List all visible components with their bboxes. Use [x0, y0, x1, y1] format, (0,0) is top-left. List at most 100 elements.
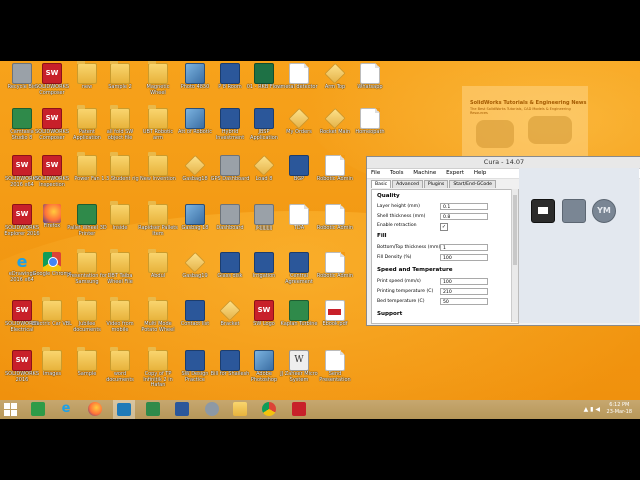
- settings-taskbar-icon[interactable]: [205, 402, 219, 416]
- notification-tray-icons[interactable]: ▲ ▮ ◀: [584, 406, 600, 413]
- image-file-icon: [254, 350, 274, 371]
- desktop-icon[interactable]: JBSP Application: [244, 106, 284, 152]
- desktop-icon[interactable]: Rocket Main: [315, 106, 355, 152]
- desktop-icon[interactable]: all fold SW object file: [100, 105, 140, 152]
- desktop-icon[interactable]: Contact list: [175, 298, 215, 344]
- word-document-icon: [185, 350, 205, 371]
- settings-scrollbar[interactable]: [511, 189, 518, 322]
- clock[interactable]: 6:12 PM 23-Mar-18: [607, 402, 632, 416]
- 3d-viewport[interactable]: YM: [519, 168, 639, 323]
- desktop-icon[interactable]: UBT Robotic arm: [138, 105, 178, 152]
- tab-start-end-gcode[interactable]: Start/End-GCode: [449, 180, 496, 188]
- desktop-icon[interactable]: Gasbag19: [175, 250, 215, 296]
- desktop-icon[interactable]: SW SOLIDWORKS Composer: [32, 61, 72, 107]
- desktop-icon[interactable]: Adobe Photoshop: [244, 348, 284, 394]
- enable-retraction-checkbox[interactable]: ✓: [440, 223, 448, 231]
- firefox-taskbar-icon[interactable]: [88, 402, 102, 416]
- desktop-icon[interactable]: BGP: [279, 153, 319, 199]
- desktop-icon[interactable]: Inside: [100, 201, 140, 248]
- solidworks-taskbar-icon[interactable]: [292, 402, 306, 416]
- desktop-icon[interactable]: SW SW Logo: [244, 298, 284, 344]
- menu-help[interactable]: Help: [474, 170, 487, 176]
- desktop-icon[interactable]: Images: [32, 347, 72, 394]
- chrome-taskbar-icon[interactable]: [262, 402, 276, 416]
- desktop-icon[interactable]: Rapidser Pallets Item: [138, 201, 178, 248]
- bottom-top-thickness-input[interactable]: 1: [440, 244, 488, 251]
- desktop-icon[interactable]: Sample 2: [100, 61, 140, 107]
- desktop-icon[interactable]: Irrigation: [244, 250, 284, 296]
- tab-basic[interactable]: Basic: [371, 180, 392, 188]
- folder-icon: [110, 105, 130, 129]
- load-model-button[interactable]: [531, 199, 555, 223]
- desktop-icon[interactable]: Photo 4830: [175, 61, 215, 107]
- menu-file[interactable]: File: [371, 170, 380, 176]
- desktop-icon[interactable]: Whatsapp: [350, 61, 390, 107]
- desktop-icon[interactable]: New Invention: [138, 152, 178, 199]
- desktop-icon[interactable]: Att of Robotic: [175, 106, 215, 152]
- ie-taskbar-icon[interactable]: e: [59, 402, 73, 416]
- fill-density-input[interactable]: 100: [440, 254, 488, 261]
- desktop-icon-label: JJ Zaheer Micro System: [280, 371, 318, 383]
- desktop-icon-label: Robotic Admin: [316, 273, 354, 279]
- desktop-icon[interactable]: Robotic Admin: [315, 153, 355, 199]
- desktop-icon[interactable]: My Orders: [279, 106, 319, 152]
- desktop-icon[interactable]: Homeopath: [350, 106, 390, 152]
- desktop-icon[interactable]: Video from mobile: [100, 297, 140, 344]
- word-document-icon: [185, 300, 205, 321]
- tab-plugins[interactable]: Plugins: [423, 180, 449, 188]
- desktop-icon[interactable]: Abdul: [138, 249, 178, 296]
- desktop-icon[interactable]: TDA: [279, 202, 319, 248]
- desktop-icon[interactable]: SW SOLIDWORKS Inspection: [32, 153, 72, 199]
- desktop-icon[interactable]: Kaplan Turbine: [279, 298, 319, 344]
- desktop-icon[interactable]: Ebook.pdf: [315, 298, 355, 344]
- desktop-icon[interactable]: Send Presentation: [315, 348, 355, 394]
- layer-height-input[interactable]: 0.1: [440, 203, 488, 210]
- desktop-icon[interactable]: Magnetic Wheel: [138, 61, 178, 107]
- firefox-icon: [43, 204, 61, 223]
- folder-icon: [77, 61, 97, 84]
- shell-thickness-input[interactable]: 0.8: [440, 213, 488, 220]
- desktop-icon[interactable]: Arm Top: [315, 61, 355, 107]
- menu-machine[interactable]: Machine: [413, 170, 436, 176]
- cura-window-title: Cura - 14.07: [483, 158, 525, 166]
- desktop-icon[interactable]: Robotic Admin: [315, 250, 355, 296]
- recycle-bin-icon: [254, 204, 274, 225]
- desktop-icon[interactable]: Central Agreement: [279, 250, 319, 296]
- camtasia-taskbar-icon[interactable]: [146, 402, 160, 416]
- bed-temperature-input[interactable]: 50: [440, 298, 488, 305]
- desktop-icon[interactable]: Google Chrome: [32, 250, 72, 296]
- desktop-icon[interactable]: Multi Mode Potato Wheel: [138, 297, 178, 344]
- desktop-icon[interactable]: Gasbag18: [175, 153, 215, 199]
- recycle-bin-icon: [220, 155, 240, 176]
- cura-taskbar-item[interactable]: [113, 400, 135, 419]
- desktop-icon[interactable]: SW Design Practice: [175, 348, 215, 394]
- start-button[interactable]: [4, 403, 17, 416]
- printing-temperature-input[interactable]: 210: [440, 288, 488, 295]
- scrollbar-thumb[interactable]: [513, 195, 517, 265]
- desktop-icon[interactable]: Firefox: [32, 202, 72, 248]
- menu-tools[interactable]: Tools: [390, 170, 404, 176]
- cura-settings-tabs: Basic Advanced Plugins Start/End-GCode: [371, 180, 497, 189]
- desktop-icon[interactable]: Gasbag 18: [175, 202, 215, 248]
- desktop-icon[interactable]: Robotic Admin: [315, 202, 355, 248]
- desktop-icon[interactable]: W JJ Zaheer Micro System: [279, 348, 319, 394]
- menu-expert[interactable]: Expert: [446, 170, 464, 176]
- store-icon[interactable]: [31, 402, 45, 416]
- tab-advanced[interactable]: Advanced: [392, 180, 423, 188]
- save-gcode-button[interactable]: [562, 199, 586, 223]
- word-taskbar-icon[interactable]: [175, 402, 189, 416]
- recycle-bin-icon: [12, 63, 32, 84]
- desktop-icon[interactable]: 1.3 Student rig: [100, 152, 140, 199]
- desktop-icon[interactable]: metal detector: [279, 61, 319, 107]
- desktop-icon[interactable]: SW SOLIDWORKS Composer: [32, 106, 72, 152]
- file-explorer-taskbar-icon[interactable]: [233, 402, 247, 416]
- desktop-icon[interactable]: 01 - RKB Flow: [244, 61, 284, 107]
- desktop-icon[interactable]: DBT Taiba Wheel File: [100, 249, 140, 296]
- desktop-icon[interactable]: jkjjjjjjjjj: [244, 202, 284, 248]
- desktop-icon[interactable]: Electric Car VBL: [32, 297, 72, 344]
- desktop-icon[interactable]: word documents: [100, 347, 140, 394]
- desktop-icon[interactable]: Load 8: [244, 153, 284, 199]
- print-speed-input[interactable]: 100: [440, 278, 488, 285]
- desktop-icon[interactable]: Copy of TP Infinitik 2 in Hafan: [138, 347, 178, 394]
- youmagine-button[interactable]: YM: [592, 199, 616, 223]
